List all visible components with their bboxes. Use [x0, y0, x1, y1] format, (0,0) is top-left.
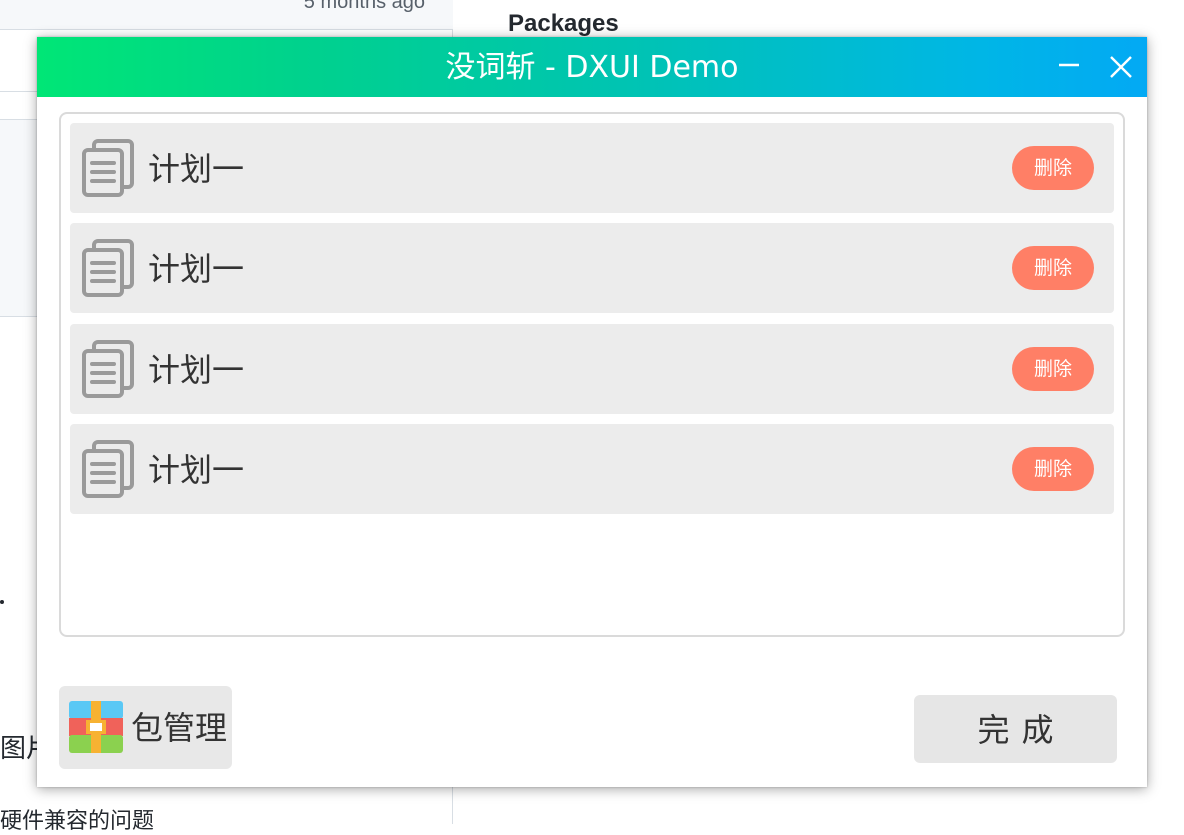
plan-name: 计划一 — [148, 451, 245, 489]
plan-list[interactable]: 计划一 删除 计划一 删除 计划一 删除 计划一 删除 — [59, 112, 1125, 637]
document-copy-icon — [82, 340, 134, 398]
plan-item[interactable]: 计划一 删除 — [70, 424, 1114, 514]
package-manager-label: 包管理 — [131, 709, 228, 747]
delete-button[interactable]: 删除 — [1012, 347, 1094, 391]
plan-item[interactable]: 计划一 删除 — [70, 123, 1114, 213]
background-timestamp: 5 months ago — [303, 0, 425, 13]
minimize-icon — [1059, 63, 1079, 67]
delete-button[interactable]: 删除 — [1012, 246, 1094, 290]
delete-button[interactable]: 删除 — [1012, 146, 1094, 190]
plan-dialog: 没词斩 - DXUI Demo 计划一 删除 计划一 删除 计划一 删除 计划一… — [37, 37, 1147, 787]
window-title: 没词斩 - DXUI Demo — [445, 50, 739, 85]
package-icon — [69, 701, 123, 753]
delete-button[interactable]: 删除 — [1012, 447, 1094, 491]
background-row: 5 months ago — [0, 0, 453, 30]
document-copy-icon — [82, 139, 134, 197]
close-button[interactable] — [1103, 49, 1139, 85]
plan-item[interactable]: 计划一 删除 — [70, 223, 1114, 313]
package-manager-button[interactable]: 包管理 — [59, 686, 232, 769]
plan-item[interactable]: 计划一 删除 — [70, 324, 1114, 414]
background-bullet — [0, 600, 4, 604]
background-text: 硬件兼容的问题 — [0, 809, 155, 834]
plan-name: 计划一 — [148, 250, 245, 288]
plan-name: 计划一 — [148, 351, 245, 389]
minimize-button[interactable] — [1051, 49, 1087, 85]
document-copy-icon — [82, 440, 134, 498]
plan-name: 计划一 — [148, 150, 245, 188]
close-icon — [1110, 56, 1132, 78]
document-copy-icon — [82, 239, 134, 297]
done-button[interactable]: 完成 — [914, 695, 1117, 763]
title-bar[interactable]: 没词斩 - DXUI Demo — [37, 37, 1147, 97]
background-packages-heading: Packages — [508, 10, 619, 37]
